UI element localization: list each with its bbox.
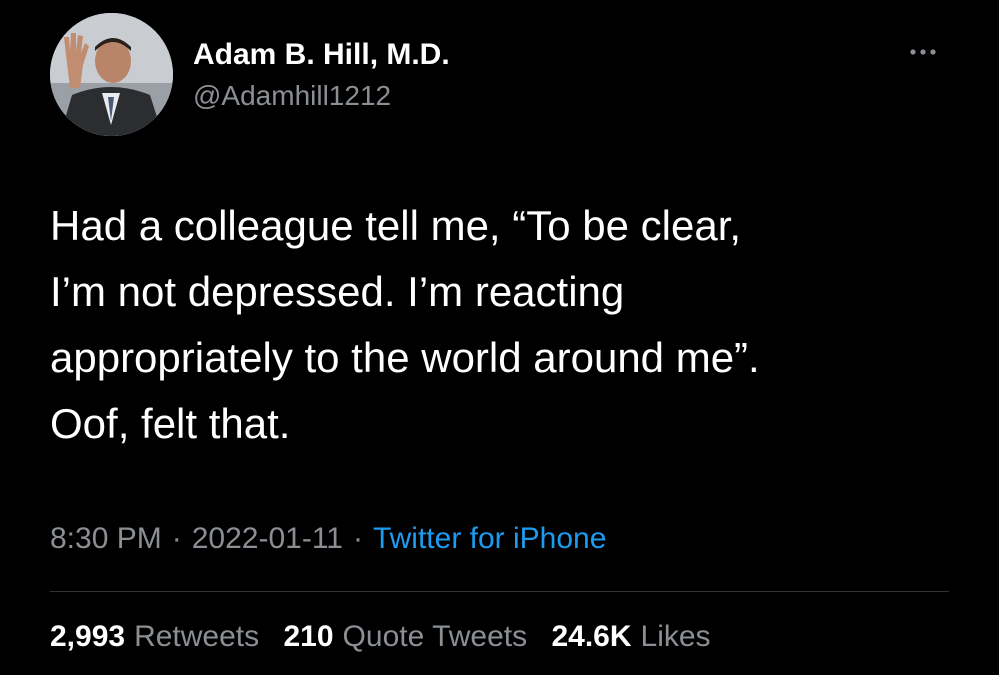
likes-count: 24.6K <box>551 620 632 653</box>
tweet-date[interactable]: 2022-01-11 <box>192 522 343 555</box>
more-options-button[interactable] <box>900 38 950 66</box>
avatar-photo <box>50 13 173 136</box>
tweet-source-link[interactable]: Twitter for iPhone <box>373 522 606 555</box>
meta-separator: · <box>352 522 363 555</box>
avatar[interactable] <box>50 13 173 136</box>
retweets-label: Retweets <box>134 620 260 653</box>
tweet-time[interactable]: 8:30 PM <box>50 522 162 555</box>
tweet-text-line: Had a colleague tell me, “To be clear, <box>50 202 742 249</box>
quote-tweets-stat[interactable]: 210 Quote Tweets <box>283 620 527 653</box>
likes-stat[interactable]: 24.6K Likes <box>551 620 710 653</box>
quote-tweets-count: 210 <box>283 620 334 653</box>
tweet-text-line: Oof, felt that. <box>50 400 291 447</box>
meta-separator: · <box>171 522 182 555</box>
author-display-name[interactable]: Adam B. Hill, M.D. <box>193 38 450 72</box>
tweet-text-line: I’m not depressed. I’m reacting <box>50 268 625 315</box>
tweet-text: Had a colleague tell me, “To be clear, I… <box>50 193 950 457</box>
engagement-stats: 2,993 Retweets 210 Quote Tweets 24.6K Likes <box>50 620 727 654</box>
tweet-metadata: 8:30 PM · 2022-01-11 · Twitter for iPhone <box>50 522 606 556</box>
more-horizontal-icon <box>910 49 936 55</box>
divider <box>50 591 949 592</box>
retweets-stat[interactable]: 2,993 Retweets <box>50 620 259 653</box>
tweet-text-line: appropriately to the world around me”. <box>50 334 760 381</box>
author-handle[interactable]: @Adamhill1212 <box>193 80 391 112</box>
likes-label: Likes <box>640 620 711 653</box>
retweets-count: 2,993 <box>50 620 126 653</box>
quote-tweets-label: Quote Tweets <box>342 620 528 653</box>
